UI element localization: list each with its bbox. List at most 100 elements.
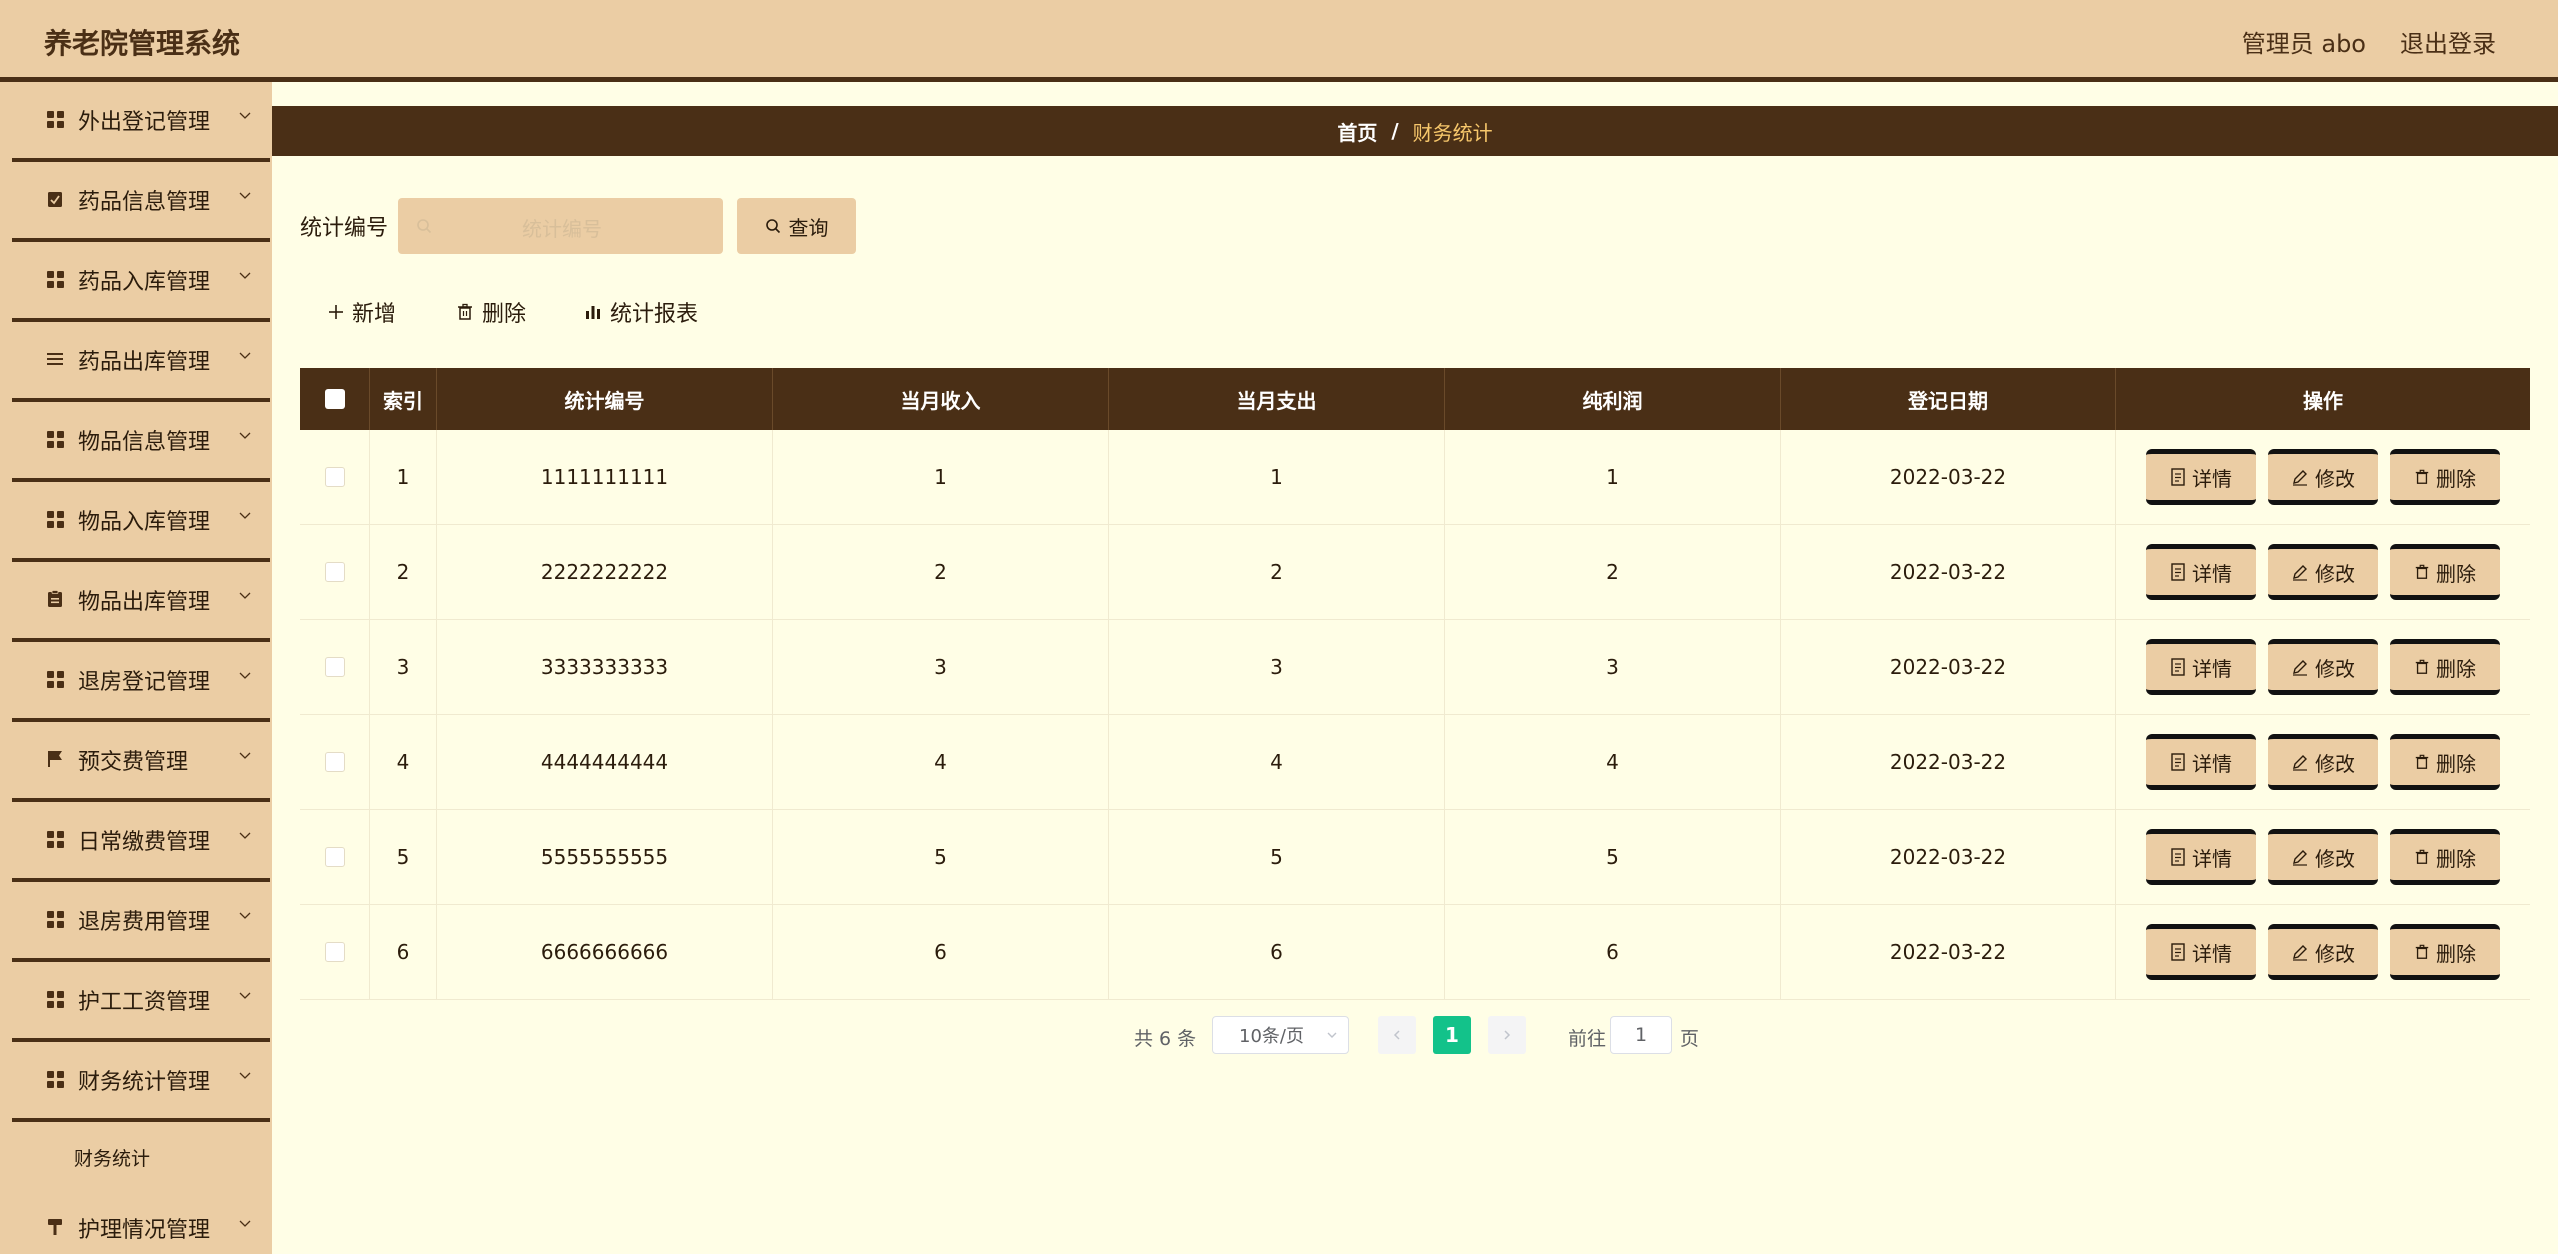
delete-button[interactable]: 删除 bbox=[2390, 449, 2500, 505]
chevron-down-icon bbox=[239, 512, 251, 519]
sidebar-item[interactable]: 退房登记管理 bbox=[12, 642, 270, 722]
detail-button[interactable]: 详情 bbox=[2146, 639, 2256, 695]
sidebar-subitem-finance-stats[interactable]: 财务统计 bbox=[12, 1122, 270, 1190]
sidebar-item[interactable]: 外出登记管理 bbox=[12, 82, 270, 162]
edit-button[interactable]: 修改 bbox=[2268, 544, 2378, 600]
row-checkbox[interactable] bbox=[324, 847, 345, 867]
sidebar-item-label: 护理情况管理 bbox=[78, 1218, 211, 1243]
delete-button[interactable]: 删除 bbox=[2390, 829, 2500, 885]
cell-date: 2022-03-22 bbox=[1781, 810, 2116, 904]
sidebar-item[interactable]: 护理情况管理 bbox=[12, 1190, 270, 1254]
table-row: 1 1111111111 1 1 1 2022-03-22 详情 修改 删除 bbox=[300, 430, 2530, 525]
row-checkbox[interactable] bbox=[324, 657, 345, 677]
breadcrumb-home[interactable]: 首页 bbox=[1337, 117, 1377, 146]
goto-suffix: 页 bbox=[1680, 1028, 1700, 1050]
batch-delete-button[interactable]: 删除 bbox=[456, 294, 526, 330]
select-all-checkbox[interactable] bbox=[324, 389, 345, 409]
edit-button[interactable]: 修改 bbox=[2268, 449, 2378, 505]
cell-actions: 详情 修改 删除 bbox=[2116, 430, 2530, 524]
cell-index: 6 bbox=[370, 905, 437, 999]
document-icon bbox=[2171, 943, 2185, 961]
search-icon bbox=[765, 219, 780, 234]
delete-button[interactable]: 删除 bbox=[2390, 924, 2500, 980]
cell-expense: 3 bbox=[1109, 620, 1445, 714]
cell-profit: 5 bbox=[1445, 810, 1781, 904]
document-icon bbox=[2171, 658, 2185, 676]
edit-button[interactable]: 修改 bbox=[2268, 924, 2378, 980]
bar-chart-icon bbox=[586, 306, 600, 319]
search-input[interactable]: 统计编号 bbox=[398, 198, 723, 254]
logout-link[interactable]: 退出登录 bbox=[2400, 24, 2496, 59]
page-number-current[interactable]: 1 bbox=[1433, 1016, 1471, 1054]
delete-button-label: 删除 bbox=[2436, 561, 2476, 586]
delete-button[interactable]: 删除 bbox=[2390, 734, 2500, 790]
detail-button-label: 详情 bbox=[2192, 656, 2232, 681]
detail-button[interactable]: 详情 bbox=[2146, 829, 2256, 885]
grid-icon bbox=[46, 830, 64, 848]
delete-button-label: 删除 bbox=[2436, 941, 2476, 966]
chevron-down-icon bbox=[239, 352, 251, 359]
cell-date: 2022-03-22 bbox=[1781, 620, 2116, 714]
column-header: 统计编号 bbox=[437, 368, 773, 430]
cell-expense: 5 bbox=[1109, 810, 1445, 904]
sidebar-item[interactable]: 物品入库管理 bbox=[12, 482, 270, 562]
detail-button[interactable]: 详情 bbox=[2146, 924, 2256, 980]
chevron-down-icon bbox=[239, 272, 251, 279]
flag-icon bbox=[46, 750, 64, 768]
sidebar-item[interactable]: 预交费管理 bbox=[12, 722, 270, 802]
sidebar-item[interactable]: 物品信息管理 bbox=[12, 402, 270, 482]
row-checkbox[interactable] bbox=[324, 467, 345, 487]
sidebar-item-label: 退房费用管理 bbox=[78, 910, 211, 935]
prev-page-button[interactable] bbox=[1378, 1016, 1416, 1054]
grid-icon bbox=[46, 990, 64, 1008]
sidebar-item-label: 外出登记管理 bbox=[78, 110, 211, 135]
edit-button[interactable]: 修改 bbox=[2268, 734, 2378, 790]
report-button[interactable]: 统计报表 bbox=[584, 294, 698, 330]
edit-button[interactable]: 修改 bbox=[2268, 639, 2378, 695]
sidebar-item-label: 护工工资管理 bbox=[78, 990, 211, 1015]
cell-stat-no: 4444444444 bbox=[437, 715, 773, 809]
row-checkbox-cell bbox=[300, 430, 370, 524]
chevron-down-icon bbox=[239, 112, 251, 119]
sidebar-item[interactable]: 药品入库管理 bbox=[12, 242, 270, 322]
detail-button[interactable]: 详情 bbox=[2146, 449, 2256, 505]
sidebar-item[interactable]: 财务统计管理 bbox=[12, 1042, 270, 1122]
sidebar-item[interactable]: 药品信息管理 bbox=[12, 162, 270, 242]
row-checkbox-cell bbox=[300, 715, 370, 809]
cell-date: 2022-03-22 bbox=[1781, 430, 2116, 524]
cell-income: 2 bbox=[773, 525, 1109, 619]
sidebar-item[interactable]: 药品出库管理 bbox=[12, 322, 270, 402]
sidebar-item[interactable]: 护工工资管理 bbox=[12, 962, 270, 1042]
page-size-value: 10条/页 bbox=[1239, 1026, 1304, 1047]
finance-table: 索引 统计编号 当月收入 当月支出 纯利润 登记日期 操作 1 111111111… bbox=[300, 368, 2530, 1000]
current-user[interactable]: 管理员 abo bbox=[2242, 24, 2366, 59]
row-checkbox[interactable] bbox=[324, 752, 345, 772]
grid-icon bbox=[46, 670, 64, 688]
goto-page-input[interactable]: 1 bbox=[1610, 1016, 1672, 1054]
grid-icon bbox=[46, 430, 64, 448]
edit-button[interactable]: 修改 bbox=[2268, 829, 2378, 885]
delete-button[interactable]: 删除 bbox=[2390, 544, 2500, 600]
chevron-down-icon bbox=[1327, 1032, 1337, 1038]
detail-button[interactable]: 详情 bbox=[2146, 544, 2256, 600]
chevron-down-icon bbox=[239, 1220, 251, 1227]
sidebar-item[interactable]: 退房费用管理 bbox=[12, 882, 270, 962]
next-page-button[interactable] bbox=[1488, 1016, 1526, 1054]
edit-icon bbox=[2293, 850, 2307, 866]
pagination-total: 共 6 条 bbox=[1134, 1028, 1197, 1050]
column-header: 纯利润 bbox=[1445, 368, 1781, 430]
row-checkbox[interactable] bbox=[324, 942, 345, 962]
add-button[interactable]: 新增 bbox=[328, 294, 396, 330]
sidebar-item[interactable]: 物品出库管理 bbox=[12, 562, 270, 642]
row-checkbox[interactable] bbox=[324, 562, 345, 582]
detail-button[interactable]: 详情 bbox=[2146, 734, 2256, 790]
column-header: 登记日期 bbox=[1781, 368, 2116, 430]
delete-button[interactable]: 删除 bbox=[2390, 639, 2500, 695]
sidebar-item[interactable]: 日常缴费管理 bbox=[12, 802, 270, 882]
cell-actions: 详情 修改 删除 bbox=[2116, 525, 2530, 619]
cell-date: 2022-03-22 bbox=[1781, 525, 2116, 619]
cell-profit: 1 bbox=[1445, 430, 1781, 524]
page-size-select[interactable]: 10条/页 bbox=[1212, 1016, 1349, 1054]
search-button[interactable]: 查询 bbox=[737, 198, 856, 254]
row-checkbox-cell bbox=[300, 810, 370, 904]
